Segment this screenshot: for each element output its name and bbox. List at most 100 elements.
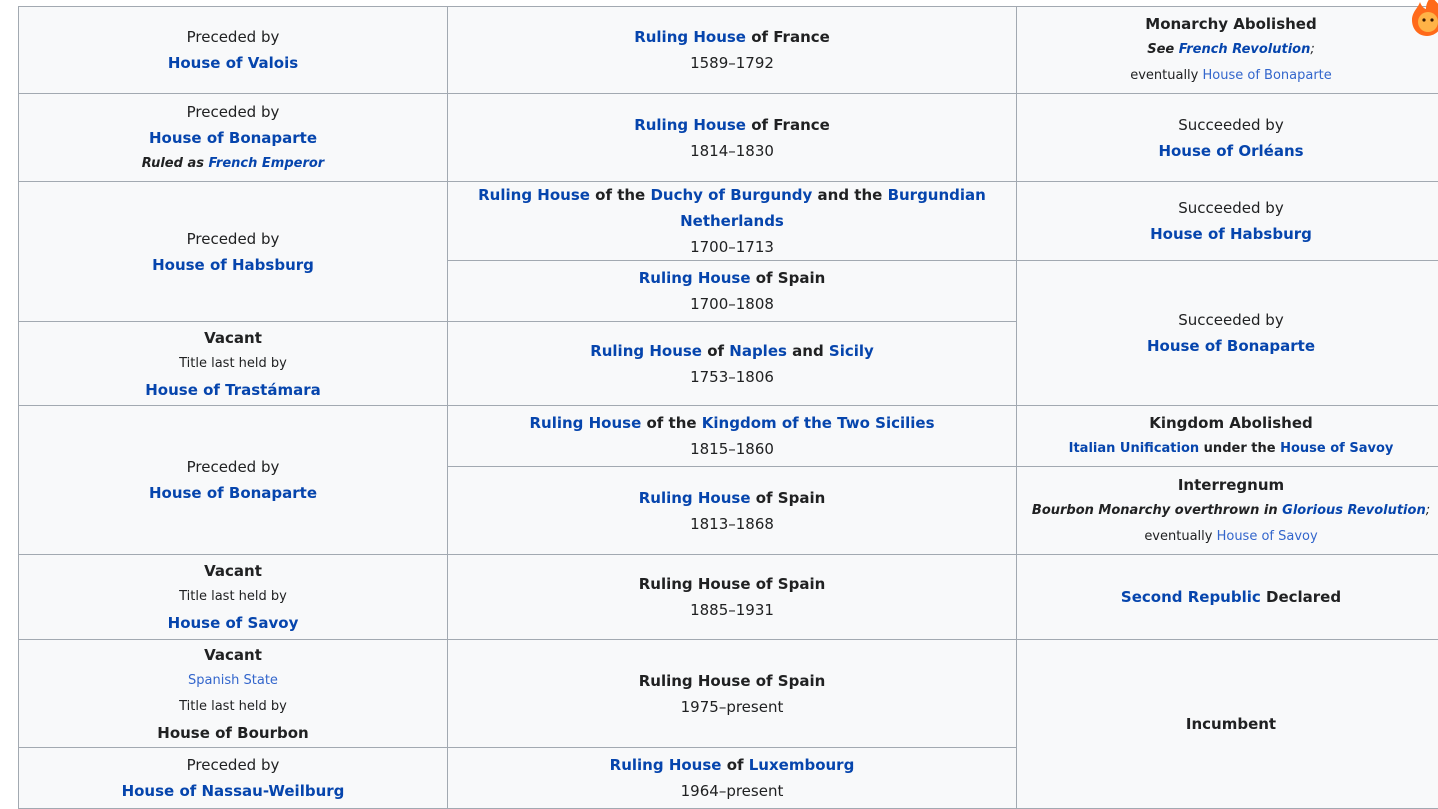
- connector-text: under the: [1199, 441, 1280, 456]
- reign-cell: Ruling House of Naples and Sicily 1753–1…: [448, 322, 1017, 406]
- vacant-label: Vacant: [23, 325, 443, 351]
- ruling-house-link[interactable]: Ruling House: [610, 756, 722, 774]
- status-title: Monarchy Abolished: [1021, 11, 1438, 37]
- table-row: Preceded by House of Bonaparte Ruled as …: [19, 94, 1438, 182]
- house-link[interactable]: House of Habsburg: [1150, 225, 1312, 243]
- house-link[interactable]: House of Nassau-Weilburg: [122, 782, 345, 800]
- house-link[interactable]: House of Bonaparte: [149, 484, 317, 502]
- succeeded-by-label: Succeeded by: [1021, 112, 1438, 138]
- table-row: Preceded by House of Valois Ruling House…: [19, 7, 1438, 94]
- successor-cell: Incumbent: [1017, 640, 1438, 809]
- status-title: Interregnum: [1021, 472, 1438, 498]
- predecessor-cell: Preceded by House of Bonaparte Ruled as …: [19, 94, 448, 182]
- luxembourg-link[interactable]: Luxembourg: [749, 756, 855, 774]
- ruling-house-label: Ruling House of Spain: [452, 571, 1012, 597]
- reign-cell: Ruling House of the Kingdom of the Two S…: [448, 406, 1017, 467]
- house-link[interactable]: House of Orléans: [1158, 142, 1303, 160]
- predecessor-cell: Preceded by House of Valois: [19, 7, 448, 94]
- house-link[interactable]: House of Bonaparte: [149, 129, 317, 147]
- reign-cell: Ruling House of France 1589–1792: [448, 7, 1017, 94]
- french-revolution-link[interactable]: French Revolution: [1179, 42, 1311, 57]
- ruling-house-link[interactable]: Ruling House: [590, 342, 702, 360]
- duchy-of-burgundy-link[interactable]: Duchy of Burgundy: [650, 186, 812, 204]
- reign-cell: Ruling House of Spain 1813–1868: [448, 467, 1017, 555]
- ruled-as-text: Ruled as: [142, 156, 209, 171]
- predecessor-cell: Vacant Spanish State Title last held by …: [19, 640, 448, 748]
- predecessor-cell: Vacant Title last held by House of Savoy: [19, 555, 448, 640]
- eventually-text: eventually: [1130, 68, 1202, 83]
- reign-years: 1813–1868: [452, 511, 1012, 537]
- ruling-house-link[interactable]: Ruling House: [634, 28, 746, 46]
- ruling-house-link[interactable]: Ruling House: [478, 186, 590, 204]
- naples-link[interactable]: Naples: [729, 342, 787, 360]
- predecessor-cell: Preceded by House of Nassau-Weilburg: [19, 748, 448, 809]
- preceded-by-label: Preceded by: [23, 226, 443, 252]
- ruling-house-link[interactable]: Ruling House: [639, 269, 751, 287]
- ruling-house-link[interactable]: Ruling House: [634, 116, 746, 134]
- two-sicilies-link[interactable]: Kingdom of the Two Sicilies: [702, 414, 935, 432]
- reign-years: 1975–present: [452, 694, 1012, 720]
- table-row: Vacant Title last held by House of Savoy…: [19, 555, 1438, 640]
- vacant-label: Vacant: [23, 558, 443, 584]
- house-link[interactable]: House of Habsburg: [152, 256, 314, 274]
- house-link[interactable]: House of Trastámara: [145, 381, 321, 399]
- sicily-link[interactable]: Sicily: [829, 342, 874, 360]
- house-link[interactable]: House of Valois: [168, 54, 298, 72]
- preceded-by-label: Preceded by: [23, 752, 443, 778]
- reign-years: 1815–1860: [452, 436, 1012, 462]
- reign-cell: Ruling House of Luxembourg 1964–present: [448, 748, 1017, 809]
- predecessor-cell: Preceded by House of Bonaparte: [19, 406, 448, 555]
- connector-text: of the: [641, 414, 702, 432]
- overthrown-text: Bourbon Monarchy overthrown in: [1032, 503, 1282, 518]
- connector-text: of the: [590, 186, 651, 204]
- title-last-held-label: Title last held by: [23, 584, 443, 610]
- house-link[interactable]: House of Savoy: [1217, 529, 1318, 544]
- house-link[interactable]: House of Bonaparte: [1203, 68, 1332, 83]
- successor-cell: Interregnum Bourbon Monarchy overthrown …: [1017, 467, 1438, 555]
- reign-years: 1589–1792: [452, 50, 1012, 76]
- spanish-state-link[interactable]: Spanish State: [188, 673, 278, 688]
- second-republic-link[interactable]: Second Republic: [1121, 588, 1261, 606]
- reign-cell: Ruling House of Spain 1885–1931: [448, 555, 1017, 640]
- reign-cell: Ruling House of Spain 1975–present: [448, 640, 1017, 748]
- table-row: Preceded by House of Bonaparte Ruling Ho…: [19, 406, 1438, 467]
- ruling-house-link[interactable]: Ruling House: [639, 489, 751, 507]
- succeeded-by-label: Succeeded by: [1021, 195, 1438, 221]
- house-link[interactable]: House of Savoy: [168, 614, 299, 632]
- reign-years: 1814–1830: [452, 138, 1012, 164]
- reign-years: 1885–1931: [452, 597, 1012, 623]
- realm-text: of Spain: [751, 489, 826, 507]
- french-emperor-link[interactable]: French Emperor: [208, 156, 324, 171]
- reign-cell: Ruling House of the Duchy of Burgundy an…: [448, 182, 1017, 261]
- status-title: Kingdom Abolished: [1021, 410, 1438, 436]
- connector-text: of: [702, 342, 729, 360]
- succession-table: Preceded by House of Valois Ruling House…: [18, 6, 1438, 809]
- reign-years: 1964–present: [452, 778, 1012, 804]
- italian-unification-link[interactable]: Italian Unification: [1069, 441, 1200, 456]
- reign-years: 1753–1806: [452, 364, 1012, 390]
- realm-text: of Spain: [751, 269, 826, 287]
- semicolon: ;: [1310, 42, 1314, 57]
- successor-cell: Second Republic Declared: [1017, 555, 1438, 640]
- ruling-house-link[interactable]: Ruling House: [529, 414, 641, 432]
- fire-mascot-icon[interactable]: [1410, 0, 1438, 40]
- realm-text: of France: [746, 28, 830, 46]
- preceded-by-label: Preceded by: [23, 454, 443, 480]
- reign-cell: Ruling House of Spain 1700–1808: [448, 261, 1017, 322]
- reign-cell: Ruling House of France 1814–1830: [448, 94, 1017, 182]
- semicolon: ;: [1426, 503, 1430, 518]
- successor-cell: Monarchy Abolished See French Revolution…: [1017, 7, 1438, 94]
- vacant-label: Vacant: [23, 642, 443, 668]
- house-link[interactable]: House of Savoy: [1280, 441, 1393, 456]
- table-row: Vacant Spanish State Title last held by …: [19, 640, 1438, 748]
- successor-cell: Succeeded by House of Bonaparte: [1017, 261, 1438, 406]
- predecessor-cell: Preceded by House of Habsburg: [19, 182, 448, 322]
- succeeded-by-label: Succeeded by: [1021, 307, 1438, 333]
- successor-cell: Kingdom Abolished Italian Unification un…: [1017, 406, 1438, 467]
- glorious-revolution-link[interactable]: Glorious Revolution: [1282, 503, 1426, 518]
- ruling-house-label: Ruling House of Spain: [452, 668, 1012, 694]
- incumbent-label: Incumbent: [1021, 711, 1438, 737]
- house-link[interactable]: House of Bonaparte: [1147, 337, 1315, 355]
- successor-cell: Succeeded by House of Orléans: [1017, 94, 1438, 182]
- preceded-by-label: Preceded by: [23, 24, 443, 50]
